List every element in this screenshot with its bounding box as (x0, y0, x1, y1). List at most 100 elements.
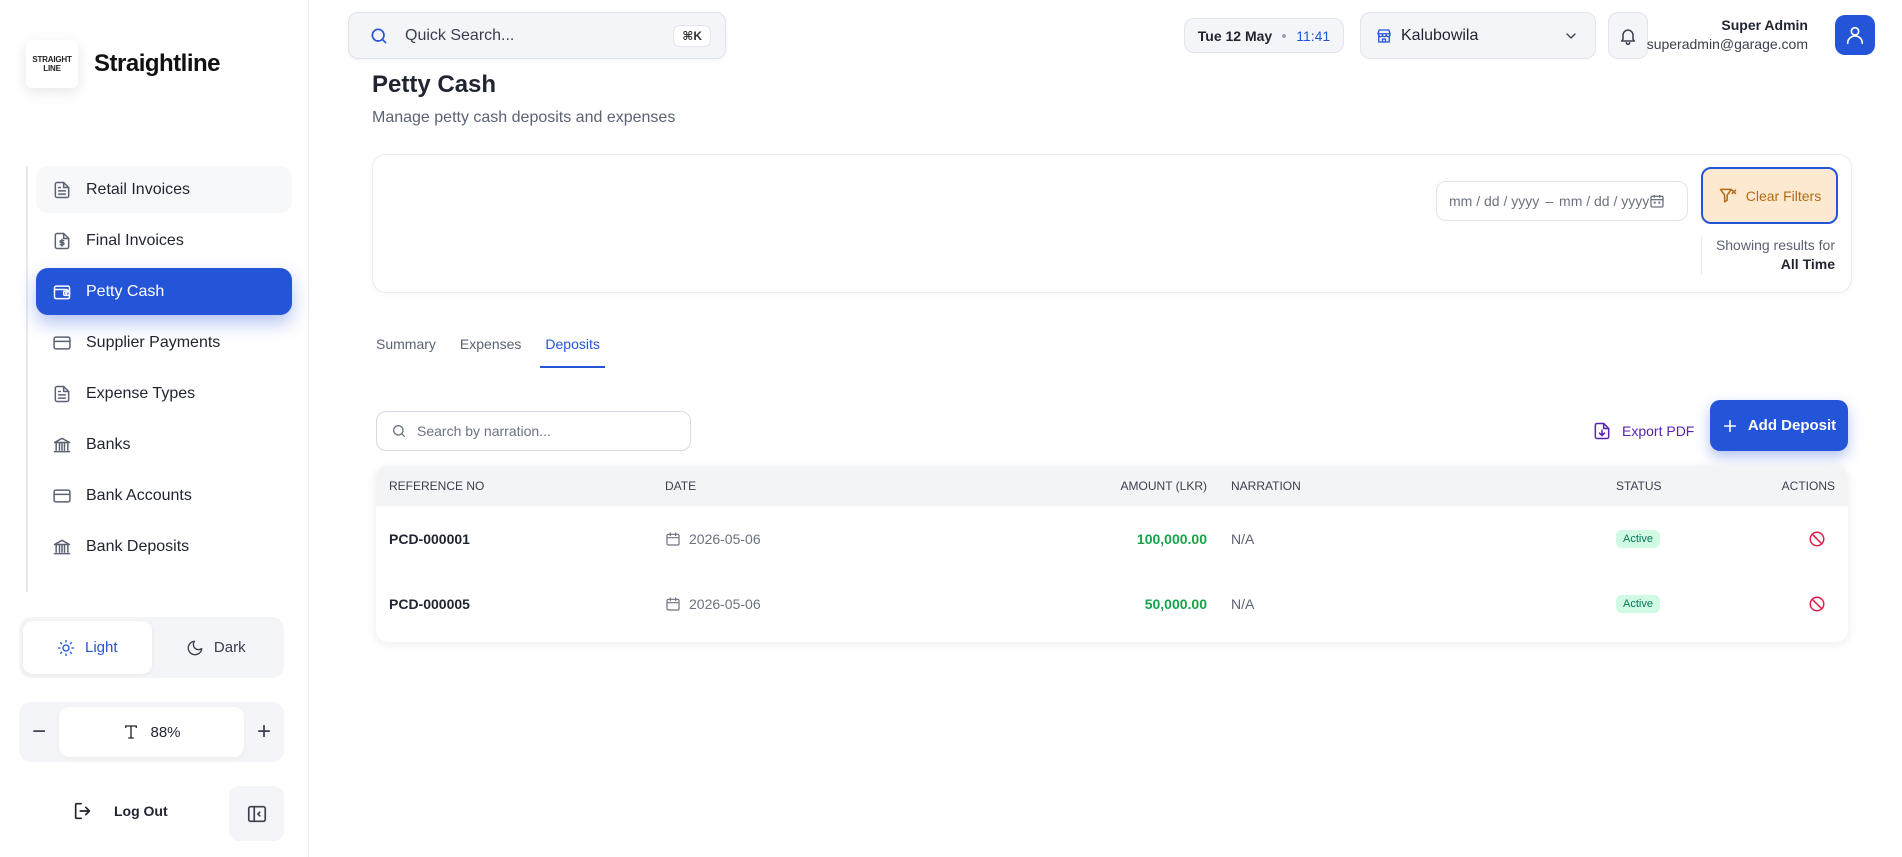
theme-switcher: Light Dark (19, 617, 284, 678)
tab-summary[interactable]: Summary (376, 336, 436, 368)
cell-reference: PCD-000001 (389, 530, 470, 547)
sidebar-item-petty-cash[interactable]: Petty Cash (36, 268, 292, 315)
narration-search-input[interactable]: Search by narration... (376, 411, 691, 451)
cell-status: Active (1517, 594, 1717, 613)
void-deposit-button[interactable] (1805, 527, 1829, 551)
user-icon (1844, 24, 1866, 46)
sidebar-item-supplier-payments[interactable]: Supplier Payments (36, 319, 292, 366)
collapse-sidebar-button[interactable] (229, 786, 284, 841)
separator-dot (1282, 33, 1287, 38)
status-badge: Active (1616, 530, 1660, 548)
date-range-input[interactable]: mm / dd / yyyy – mm / dd / yyyy (1436, 181, 1688, 221)
tab-expenses[interactable]: Expenses (460, 336, 521, 368)
export-pdf-label: Export PDF (1622, 423, 1695, 439)
theme-dark-label: Dark (213, 639, 246, 656)
add-deposit-button[interactable]: Add Deposit (1710, 400, 1848, 451)
clear-filters-button[interactable]: Clear Filters (1701, 167, 1838, 224)
brand-logo[interactable]: STRAIGHT LINE Straightline (26, 40, 221, 88)
cell-date: 2026-05-06 (652, 596, 952, 612)
sidebar-item-label: Retail Invoices (86, 180, 191, 198)
avatar[interactable] (1835, 15, 1875, 55)
cell-date-text: 2026-05-06 (689, 595, 761, 612)
font-scale-control: − 88% + (19, 702, 284, 762)
notifications-button[interactable] (1608, 12, 1648, 59)
sun-icon (57, 639, 85, 657)
date-time-display: Tue 12 May 11:41 (1184, 18, 1344, 53)
export-pdf-button[interactable]: Export PDF (1586, 413, 1700, 449)
cell-amount: 50,000.00 (1144, 595, 1207, 612)
user-name: Super Admin (1721, 17, 1808, 33)
sidebar-item-label: Bank Deposits (86, 537, 190, 555)
ban-icon (1808, 595, 1826, 613)
file-text-icon (52, 384, 72, 404)
narration-search-placeholder: Search by narration... (417, 423, 551, 439)
page-subtitle: Manage petty cash deposits and expenses (372, 109, 676, 126)
logo-mark: STRAIGHT LINE (26, 40, 78, 88)
credit-card-icon (52, 486, 72, 506)
theme-light-button[interactable]: Light (23, 621, 152, 674)
table-row[interactable]: PCD-000001 2026-05-06 100,000.00 N/A Act… (376, 506, 1848, 571)
shortcut-badge: ⌘K (673, 24, 711, 47)
cell-reference: PCD-000005 (389, 595, 470, 612)
calendar-icon (665, 596, 689, 612)
column-narration[interactable]: Narration (1222, 479, 1517, 493)
branch-name: Kalubowila (1401, 26, 1479, 44)
column-status[interactable]: Status (1517, 479, 1717, 493)
tab-deposits[interactable]: Deposits (540, 336, 605, 368)
clear-filters-label: Clear Filters (1745, 187, 1822, 204)
cell-status: Active (1517, 529, 1717, 548)
theme-dark-button[interactable]: Dark (152, 621, 281, 674)
page-title: Petty Cash (372, 71, 497, 98)
sidebar-item-expense-types[interactable]: Expense Types (36, 370, 292, 417)
sidebar-item-label: Bank Accounts (86, 486, 192, 504)
add-deposit-label: Add Deposit (1747, 417, 1837, 434)
file-download-icon (1592, 421, 1622, 441)
sidebar-item-bank-deposits[interactable]: Bank Deposits (36, 523, 292, 570)
file-dollar-icon (52, 231, 72, 251)
date-range-separator: – (1545, 193, 1554, 209)
column-amount[interactable]: Amount (LKR) (952, 479, 1222, 493)
sidebar-item-final-invoices[interactable]: Final Invoices (36, 217, 292, 264)
logout-icon (72, 800, 114, 822)
table-header: Reference No Date Amount (LKR) Narration… (376, 466, 1848, 506)
sidebar-item-banks[interactable]: Banks (36, 421, 292, 468)
filter-clear-icon (1718, 186, 1746, 206)
text-size-icon (122, 723, 150, 741)
column-reference-no[interactable]: Reference No (376, 479, 652, 493)
sidebar-item-bank-accounts[interactable]: Bank Accounts (36, 472, 292, 519)
sidebar-collapse-icon (246, 803, 268, 825)
store-icon (1375, 27, 1393, 45)
logout-button[interactable]: Log Out (72, 800, 168, 822)
cell-date: 2026-05-06 (652, 531, 952, 547)
cell-amount: 100,000.00 (1136, 530, 1207, 547)
cell-date-text: 2026-05-06 (689, 530, 761, 547)
credit-card-icon (52, 333, 72, 353)
moon-icon (186, 639, 214, 657)
sidebar: STRAIGHT LINE Straightline Retail Invoic… (0, 0, 309, 857)
search-icon (369, 26, 389, 46)
cell-narration: N/A (1231, 595, 1255, 612)
branch-select[interactable]: Kalubowila (1360, 12, 1596, 59)
font-scale-increase-button[interactable]: + (244, 718, 284, 746)
calendar-icon (665, 531, 689, 547)
current-date: Tue 12 May (1197, 27, 1273, 44)
quick-search[interactable]: Quick Search... ⌘K (348, 12, 726, 59)
calendar-icon (1649, 193, 1665, 209)
user-email: superadmin@garage.com (1646, 36, 1808, 52)
sidebar-item-label: Supplier Payments (86, 333, 221, 351)
void-deposit-button[interactable] (1805, 592, 1829, 616)
bank-icon (52, 537, 72, 557)
table-row[interactable]: PCD-000005 2026-05-06 50,000.00 N/A Acti… (376, 571, 1848, 636)
current-time: 11:41 (1296, 27, 1331, 44)
font-scale-decrease-button[interactable]: − (19, 718, 59, 746)
sidebar-item-label: Expense Types (86, 384, 196, 402)
sidebar-item-label: Final Invoices (86, 231, 184, 249)
sidebar-item-label: Petty Cash (86, 282, 165, 300)
showing-results-value: All Time (1780, 256, 1835, 272)
sidebar-item-retail-invoices[interactable]: Retail Invoices (36, 166, 292, 213)
date-from-placeholder: mm / dd / yyyy (1449, 193, 1540, 209)
status-badge: Active (1616, 595, 1660, 613)
sidebar-nav: Retail Invoices Final Invoices Petty Cas… (26, 166, 292, 592)
column-date[interactable]: Date (652, 479, 952, 493)
bank-icon (52, 435, 72, 455)
